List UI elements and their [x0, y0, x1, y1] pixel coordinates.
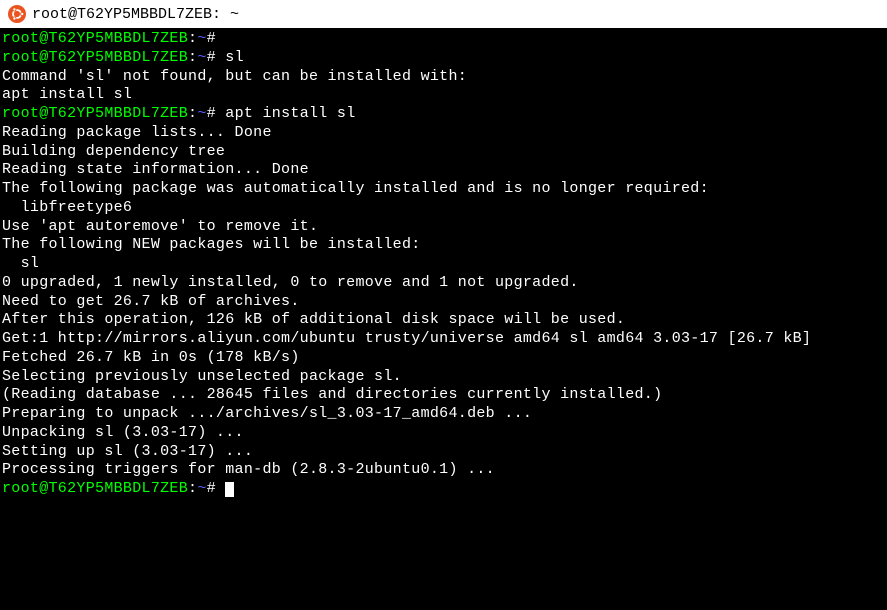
prompt-symbol: # [207, 30, 216, 47]
ubuntu-icon [8, 5, 26, 23]
command-2: sl [225, 49, 244, 66]
prompt-user-host: root@T62YP5MBBDL7ZEB [2, 49, 188, 66]
prompt-colon: : [188, 480, 197, 497]
window-title-bar: root@T62YP5MBBDL7ZEB: ~ [0, 0, 887, 28]
output-sl-pkg: sl [2, 255, 885, 274]
output-setting-up: Setting up sl (3.03-17) ... [2, 443, 885, 462]
output-not-found: Command 'sl' not found, but can be insta… [2, 68, 885, 87]
output-auto-installed: The following package was automatically … [2, 180, 885, 199]
output-unpacking: Unpacking sl (3.03-17) ... [2, 424, 885, 443]
cursor [225, 482, 234, 497]
prompt-user-host: root@T62YP5MBBDL7ZEB [2, 105, 188, 122]
prompt-line-1: root@T62YP5MBBDL7ZEB:~# [2, 30, 885, 49]
prompt-colon: : [188, 105, 197, 122]
prompt-path: ~ [197, 105, 206, 122]
prompt-symbol: # [207, 480, 216, 497]
prompt-line-4: root@T62YP5MBBDL7ZEB:~# [2, 480, 885, 499]
output-reading-db: (Reading database ... 28645 files and di… [2, 386, 885, 405]
output-need-get: Need to get 26.7 kB of archives. [2, 293, 885, 312]
prompt-line-2: root@T62YP5MBBDL7ZEB:~# sl [2, 49, 885, 68]
output-after-op: After this operation, 126 kB of addition… [2, 311, 885, 330]
output-libfreetype: libfreetype6 [2, 199, 885, 218]
output-selecting: Selecting previously unselected package … [2, 368, 885, 387]
prompt-line-3: root@T62YP5MBBDL7ZEB:~# apt install sl [2, 105, 885, 124]
output-upgrade-summary: 0 upgraded, 1 newly installed, 0 to remo… [2, 274, 885, 293]
output-building-tree: Building dependency tree [2, 143, 885, 162]
output-reading-state: Reading state information... Done [2, 161, 885, 180]
prompt-colon: : [188, 49, 197, 66]
prompt-user-host: root@T62YP5MBBDL7ZEB [2, 480, 188, 497]
output-reading-lists: Reading package lists... Done [2, 124, 885, 143]
prompt-symbol: # [207, 105, 216, 122]
prompt-symbol: # [207, 49, 216, 66]
prompt-colon: : [188, 30, 197, 47]
output-get1: Get:1 http://mirrors.aliyun.com/ubuntu t… [2, 330, 885, 349]
output-processing: Processing triggers for man-db (2.8.3-2u… [2, 461, 885, 480]
command-3: apt install sl [225, 105, 355, 122]
prompt-path: ~ [197, 480, 206, 497]
output-apt-suggest: apt install sl [2, 86, 885, 105]
terminal-area[interactable]: root@T62YP5MBBDL7ZEB:~# root@T62YP5MBBDL… [0, 28, 887, 610]
prompt-path: ~ [197, 49, 206, 66]
output-autoremove: Use 'apt autoremove' to remove it. [2, 218, 885, 237]
output-fetched: Fetched 26.7 kB in 0s (178 kB/s) [2, 349, 885, 368]
output-preparing: Preparing to unpack .../archives/sl_3.03… [2, 405, 885, 424]
output-new-packages: The following NEW packages will be insta… [2, 236, 885, 255]
prompt-path: ~ [197, 30, 206, 47]
prompt-user-host: root@T62YP5MBBDL7ZEB [2, 30, 188, 47]
window-title: root@T62YP5MBBDL7ZEB: ~ [32, 6, 239, 23]
